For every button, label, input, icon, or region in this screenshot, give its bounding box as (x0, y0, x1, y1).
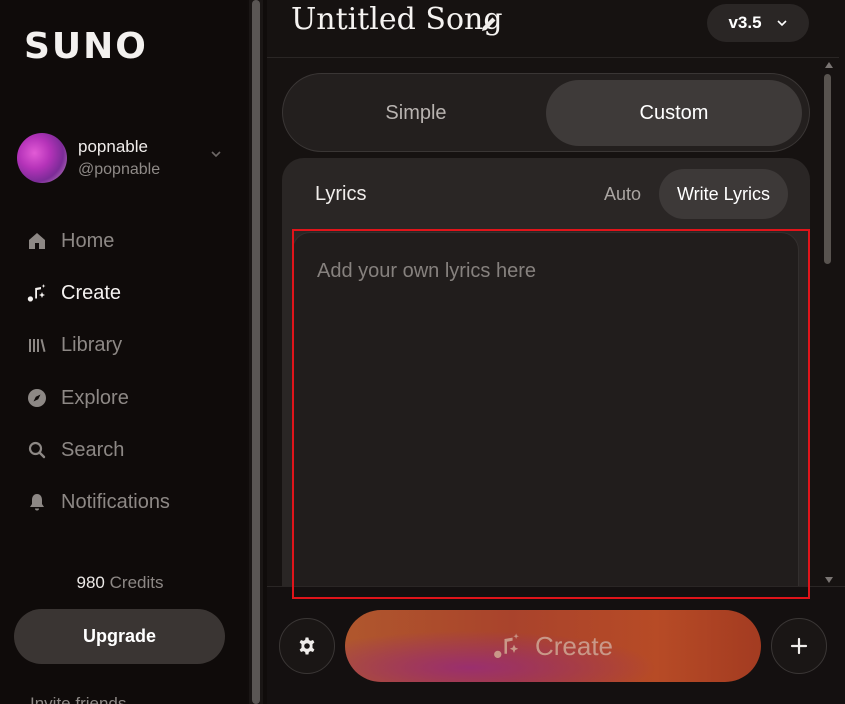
gear-icon (299, 637, 315, 655)
song-title[interactable]: Untitled Song (291, 2, 503, 37)
nav-home-label: Home (61, 229, 115, 252)
search-icon (26, 439, 48, 461)
home-icon (26, 230, 48, 252)
nav-explore[interactable]: Explore (26, 383, 226, 413)
nav-search[interactable]: Search (26, 435, 226, 465)
scroll-down-arrow-icon[interactable] (825, 577, 833, 583)
lyrics-label: Lyrics (315, 183, 367, 205)
lyrics-textarea[interactable]: Add your own lyrics here (292, 232, 799, 598)
credits-label: Credits (109, 573, 164, 592)
tab-simple[interactable]: Simple (288, 80, 544, 146)
create-icon (26, 282, 48, 304)
sidebar-scroll-thumb[interactable] (252, 0, 260, 704)
sidebar-scrollbar[interactable] (249, 0, 263, 704)
chevron-down-icon (211, 151, 221, 158)
create-button-label: Create (534, 630, 614, 661)
nav-search-label: Search (61, 438, 125, 461)
version-select[interactable]: v3.5 (707, 4, 809, 42)
nav-create[interactable]: Create (26, 278, 226, 308)
create-footer: Create (267, 586, 845, 704)
nav-create-label: Create (61, 281, 122, 304)
create-panel: Untitled Song v3.5 Simple Custom Lyrics … (267, 0, 845, 704)
write-lyrics-button[interactable]: Write Lyrics (659, 169, 788, 219)
tab-custom[interactable]: Custom (546, 80, 802, 146)
profile-switcher[interactable]: popnable @popnable (17, 133, 229, 185)
main-scroll-thumb[interactable] (824, 74, 831, 264)
nav-explore-label: Explore (61, 386, 129, 409)
mode-toggle: Simple Custom (282, 73, 810, 152)
add-button[interactable] (771, 618, 827, 674)
library-icon (26, 334, 48, 356)
profile-handle: @popnable (78, 161, 161, 178)
lyrics-section: Lyrics Auto Write Lyrics Add your own ly… (282, 158, 810, 598)
nav-library-label: Library (61, 333, 123, 356)
nav-home[interactable]: Home (26, 226, 226, 256)
compass-icon (26, 387, 48, 409)
credits-value: 980 (76, 573, 105, 592)
lyrics-placeholder: Add your own lyrics here (317, 260, 536, 282)
suno-logo[interactable]: SUNO (24, 26, 148, 67)
upgrade-button[interactable]: Upgrade (14, 609, 225, 664)
auto-lyrics-button[interactable]: Auto (604, 184, 641, 205)
nav-notifications[interactable]: Notifications (26, 487, 226, 517)
sidebar: SUNO popnable @popnable Home Create Libr… (0, 0, 247, 704)
create-icon (494, 633, 519, 658)
nav-library[interactable]: Library (26, 330, 226, 360)
create-button[interactable]: Create (345, 610, 761, 682)
app-root: SUNO popnable @popnable Home Create Libr… (0, 0, 845, 704)
nav-notifications-label: Notifications (61, 490, 170, 513)
avatar (17, 133, 67, 183)
scroll-up-arrow-icon[interactable] (825, 62, 833, 68)
bell-icon (26, 491, 48, 513)
song-header: Untitled Song v3.5 (267, 0, 839, 58)
main-scrollbar[interactable] (823, 60, 837, 585)
version-label: v3.5 (728, 13, 762, 32)
plus-icon (790, 637, 808, 655)
pencil-icon[interactable] (479, 14, 499, 34)
chevron-down-icon (776, 20, 787, 27)
settings-button[interactable] (279, 618, 335, 674)
invite-link[interactable]: Invite friends (30, 694, 180, 704)
credits-display: 980 Credits (0, 573, 240, 593)
profile-name: popnable (78, 137, 148, 156)
